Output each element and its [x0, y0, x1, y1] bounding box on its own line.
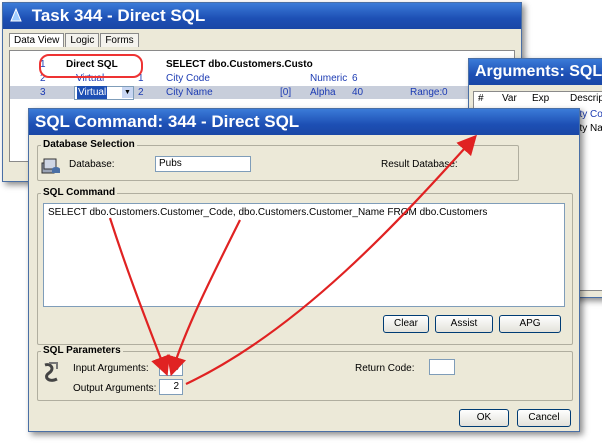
row-sql-preview: SELECT dbo.Customers.Custo [166, 59, 313, 70]
header-exp: Exp [532, 93, 550, 104]
row-var-type: Numeric [310, 73, 348, 84]
tab-data-view[interactable]: Data View [9, 33, 65, 47]
row-range-label: Range: [410, 87, 443, 98]
database-selection-label: Database Selection [41, 139, 137, 150]
database-icon [41, 157, 61, 175]
database-field[interactable]: Pubs [155, 156, 251, 172]
tab-logic[interactable]: Logic [65, 33, 100, 47]
output-arguments-field[interactable]: 2 [159, 379, 183, 395]
sql-command-label: SQL Command [41, 187, 118, 198]
header-var: Var [502, 93, 517, 104]
row-range-value: 0 [442, 87, 448, 98]
cancel-button[interactable]: Cancel [517, 409, 571, 427]
output-arguments-label: Output Arguments: [73, 383, 157, 394]
apg-button[interactable]: APG [499, 315, 561, 333]
clear-button[interactable]: Clear [383, 315, 429, 333]
row-picture: [0] [280, 87, 292, 98]
task-tabs: Data View Logic Forms [9, 33, 140, 49]
row-var-size: 40 [352, 87, 364, 98]
arguments-window-titlebar[interactable]: Arguments: SQL c [469, 59, 602, 85]
input-arguments-label: Input Arguments: [73, 363, 149, 374]
row-operation-select[interactable]: Virtual ▼ [74, 86, 134, 100]
sql-command-textarea[interactable]: SELECT dbo.Customers.Customer_Code, dbo.… [43, 203, 565, 307]
sql-window-title: SQL Command: 344 - Direct SQL [35, 112, 300, 131]
ok-button[interactable]: OK [459, 409, 509, 427]
input-arguments-field[interactable]: 0 [159, 360, 183, 376]
direct-sql-highlight [39, 54, 143, 78]
result-database-label: Result Database: [381, 159, 458, 170]
table-row[interactable]: 3 Virtual ▼ 2 City Name [0] Alpha 40 Ran… [10, 86, 514, 100]
arguments-header: # Var Exp Descrip [474, 92, 602, 106]
magic-app-icon [10, 7, 22, 22]
header-num: # [478, 93, 484, 104]
sql-window-titlebar[interactable]: SQL Command: 344 - Direct SQL [29, 109, 579, 135]
tab-forms[interactable]: Forms [100, 33, 139, 47]
row-var-size: 6 [352, 73, 358, 84]
header-desc: Descrip [570, 93, 602, 104]
arguments-window-title: Arguments: SQL c [475, 63, 602, 80]
assist-button[interactable]: Assist [435, 315, 493, 333]
return-code-label: Return Code: [355, 363, 415, 374]
task-window-titlebar[interactable]: Task 344 - Direct SQL [3, 3, 521, 29]
sql-command-window: SQL Command: 344 - Direct SQL Database S… [28, 108, 580, 432]
database-label: Database: [69, 159, 115, 170]
row-number: 3 [40, 87, 46, 98]
row-var-index: 2 [138, 87, 144, 98]
chevron-down-icon[interactable]: ▼ [122, 87, 133, 98]
row-var-name: City Code [166, 73, 210, 84]
sql-parameters-label: SQL Parameters [41, 345, 123, 356]
row-var-type: Alpha [310, 87, 336, 98]
row-var-name: City Name [166, 87, 213, 98]
task-window-title: Task 344 - Direct SQL [31, 6, 206, 25]
parameters-icon [41, 361, 63, 383]
return-code-field[interactable] [429, 359, 455, 375]
